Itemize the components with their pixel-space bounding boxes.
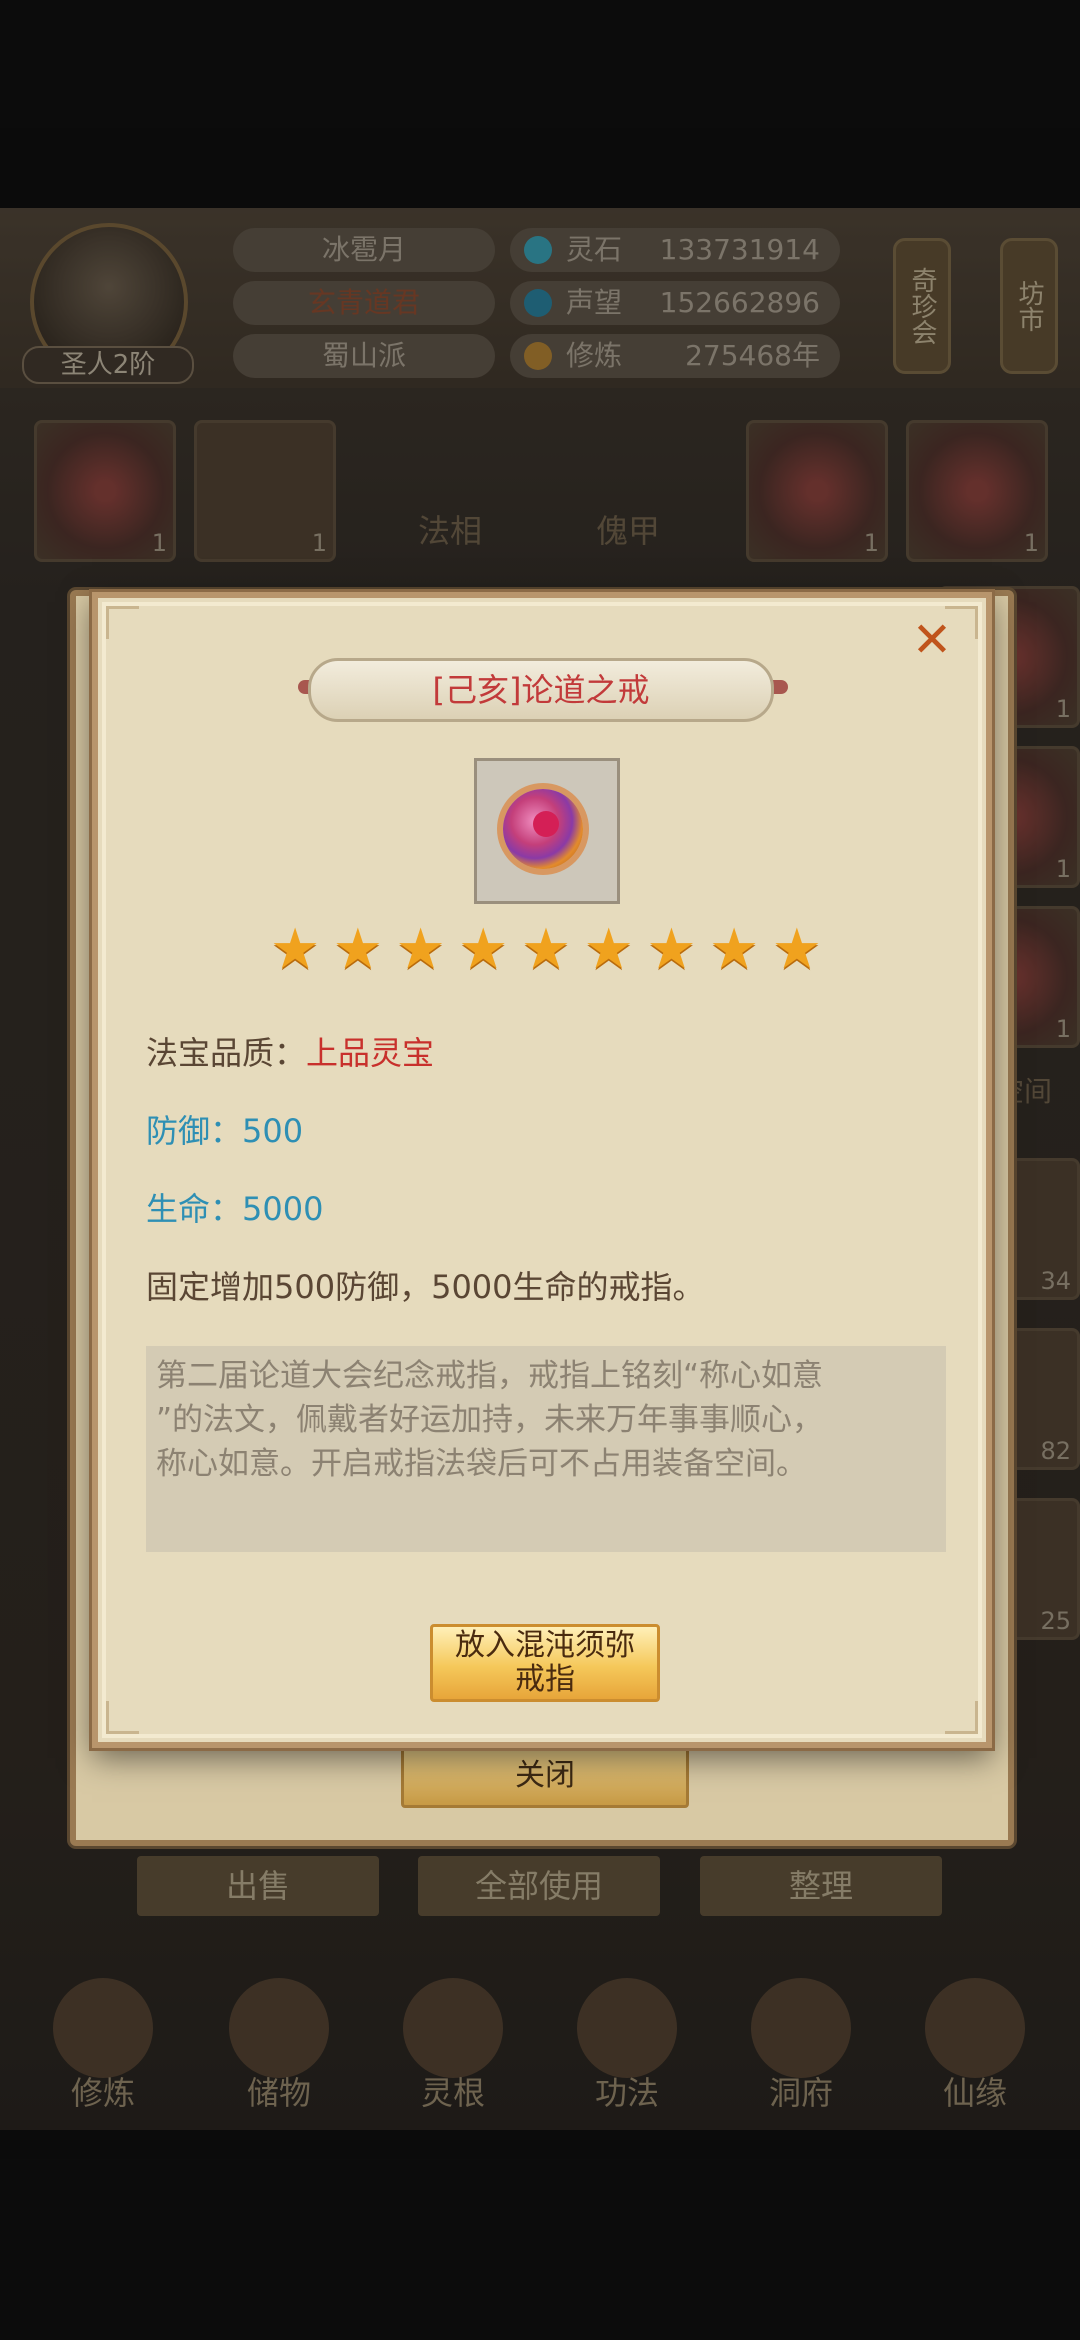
star-icon: ★ xyxy=(520,917,572,982)
star-icon: ★ xyxy=(771,917,822,982)
description-line: 称心如意。开启戒指法袋后可不占用装备空间。 xyxy=(156,1446,807,1482)
star-icon: ★ xyxy=(395,917,446,982)
button-label-line: 放入混沌须弥 xyxy=(455,1628,635,1663)
star-icon: ★ xyxy=(458,917,509,982)
star-icon: ★ xyxy=(332,917,383,982)
quality-label: 法宝品质： xyxy=(146,1034,307,1072)
description-line: ”的法文，佩戴者好运加持，未来万年事事顺心， xyxy=(156,1402,824,1438)
put-into-ring-button[interactable]: 放入混沌须弥 戒指 xyxy=(430,1624,660,1702)
quality-row: 法宝品质：上品灵宝 xyxy=(146,1028,434,1074)
quality-value: 上品灵宝 xyxy=(306,1034,435,1072)
item-summary: 固定增加500防御，5000生命的戒指。 xyxy=(146,1268,705,1306)
close-icon[interactable]: ✕ xyxy=(910,616,954,664)
description-line: 第二届论道大会纪念戒指，戒指上铭刻“称心如意 xyxy=(156,1358,824,1394)
corner-ornament xyxy=(945,1701,978,1734)
button-label-line: 戒指 xyxy=(515,1662,575,1697)
defense-row: 防御：500 xyxy=(146,1106,303,1152)
item-image-slot xyxy=(474,758,620,904)
item-description: 第二届论道大会纪念戒指，戒指上铭刻“称心如意 ”的法文，佩戴者好运加持，未来万年… xyxy=(146,1346,946,1552)
star-icon: ★ xyxy=(709,917,760,982)
life-row: 生命：5000 xyxy=(146,1184,323,1230)
dialog-close-button[interactable]: 关闭 xyxy=(401,1744,689,1808)
corner-ornament xyxy=(106,606,139,639)
life-value: 5000 xyxy=(242,1190,324,1228)
corner-ornament xyxy=(106,1701,139,1734)
star-rating: ★ ★ ★ ★ ★ ★ ★ ★ ★ xyxy=(270,920,822,980)
defense-label: 防御： xyxy=(146,1112,243,1150)
star-icon: ★ xyxy=(270,917,321,982)
defense-value: 500 xyxy=(242,1112,304,1150)
item-title: [己亥]论道之戒 xyxy=(308,658,774,722)
star-icon: ★ xyxy=(646,917,697,982)
ring-gem xyxy=(533,811,559,837)
item-detail-dialog: ✕ [己亥]论道之戒 ★ ★ ★ ★ ★ ★ ★ ★ ★ 法宝品质：上品灵宝 防御：500 生命… xyxy=(92,592,992,1748)
star-icon: ★ xyxy=(583,917,634,982)
life-label: 生命： xyxy=(146,1190,243,1228)
